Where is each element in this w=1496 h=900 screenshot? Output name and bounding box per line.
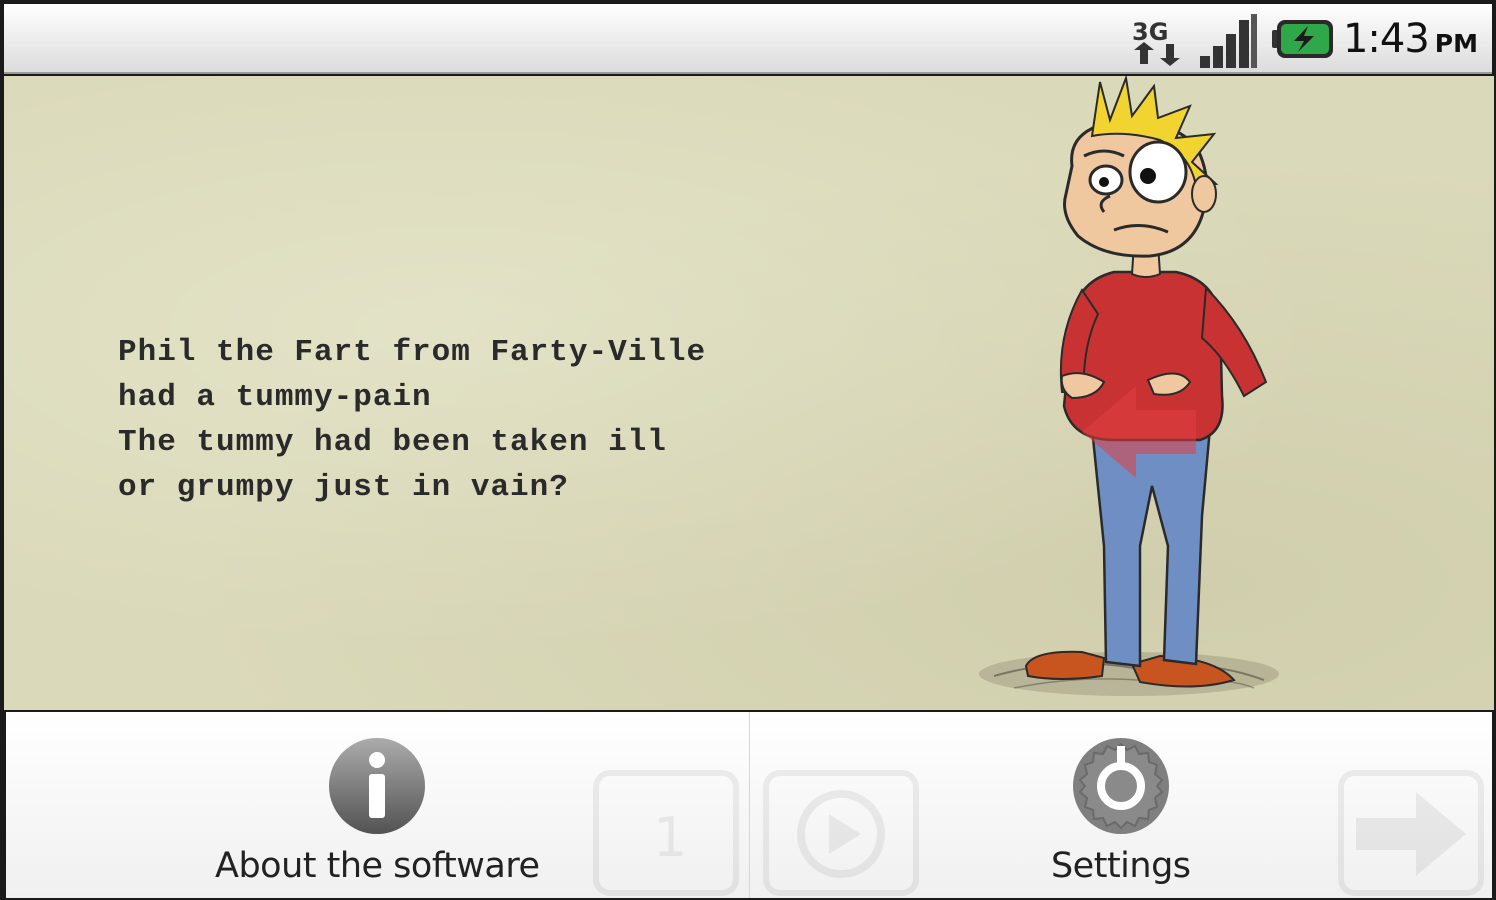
menu-item-label: About the software (215, 846, 540, 886)
story-poem: Phil the Fart from Farty-Ville had a tum… (118, 330, 706, 510)
menu-item-label: Settings (1050, 846, 1191, 886)
story-page[interactable]: Phil the Fart from Farty-Ville had a tum… (4, 76, 1494, 710)
info-icon (329, 738, 426, 834)
poem-line: Phil the Fart from Farty-Ville (118, 335, 707, 370)
3g-data-icon: 3G (1132, 18, 1180, 66)
clock: 1:43 PM (1343, 16, 1478, 66)
signal-strength-icon (1200, 14, 1257, 68)
clock-time: 1:43 (1342, 16, 1430, 62)
menu-item-settings[interactable]: Settings (748, 712, 1493, 898)
menu-item-about[interactable]: About the software (6, 712, 749, 898)
poem-line: or grumpy just in vain? (118, 470, 569, 505)
options-menu: 1 About the software Settings (6, 712, 1492, 898)
settings-icon (1072, 738, 1169, 834)
battery-charging-icon (1272, 20, 1333, 58)
poem-line: had a tummy-pain (118, 380, 432, 415)
phil-character-illustration (979, 76, 1279, 696)
clock-ampm: PM (1434, 29, 1478, 58)
device-screen: 3G 1:43 PM Phil the Fart from Farty-Vill… (0, 0, 1496, 900)
status-bar: 3G 1:43 PM (4, 4, 1492, 74)
network-type-label: 3G (1132, 18, 1168, 46)
poem-line: The tummy had been taken ill (118, 425, 667, 460)
